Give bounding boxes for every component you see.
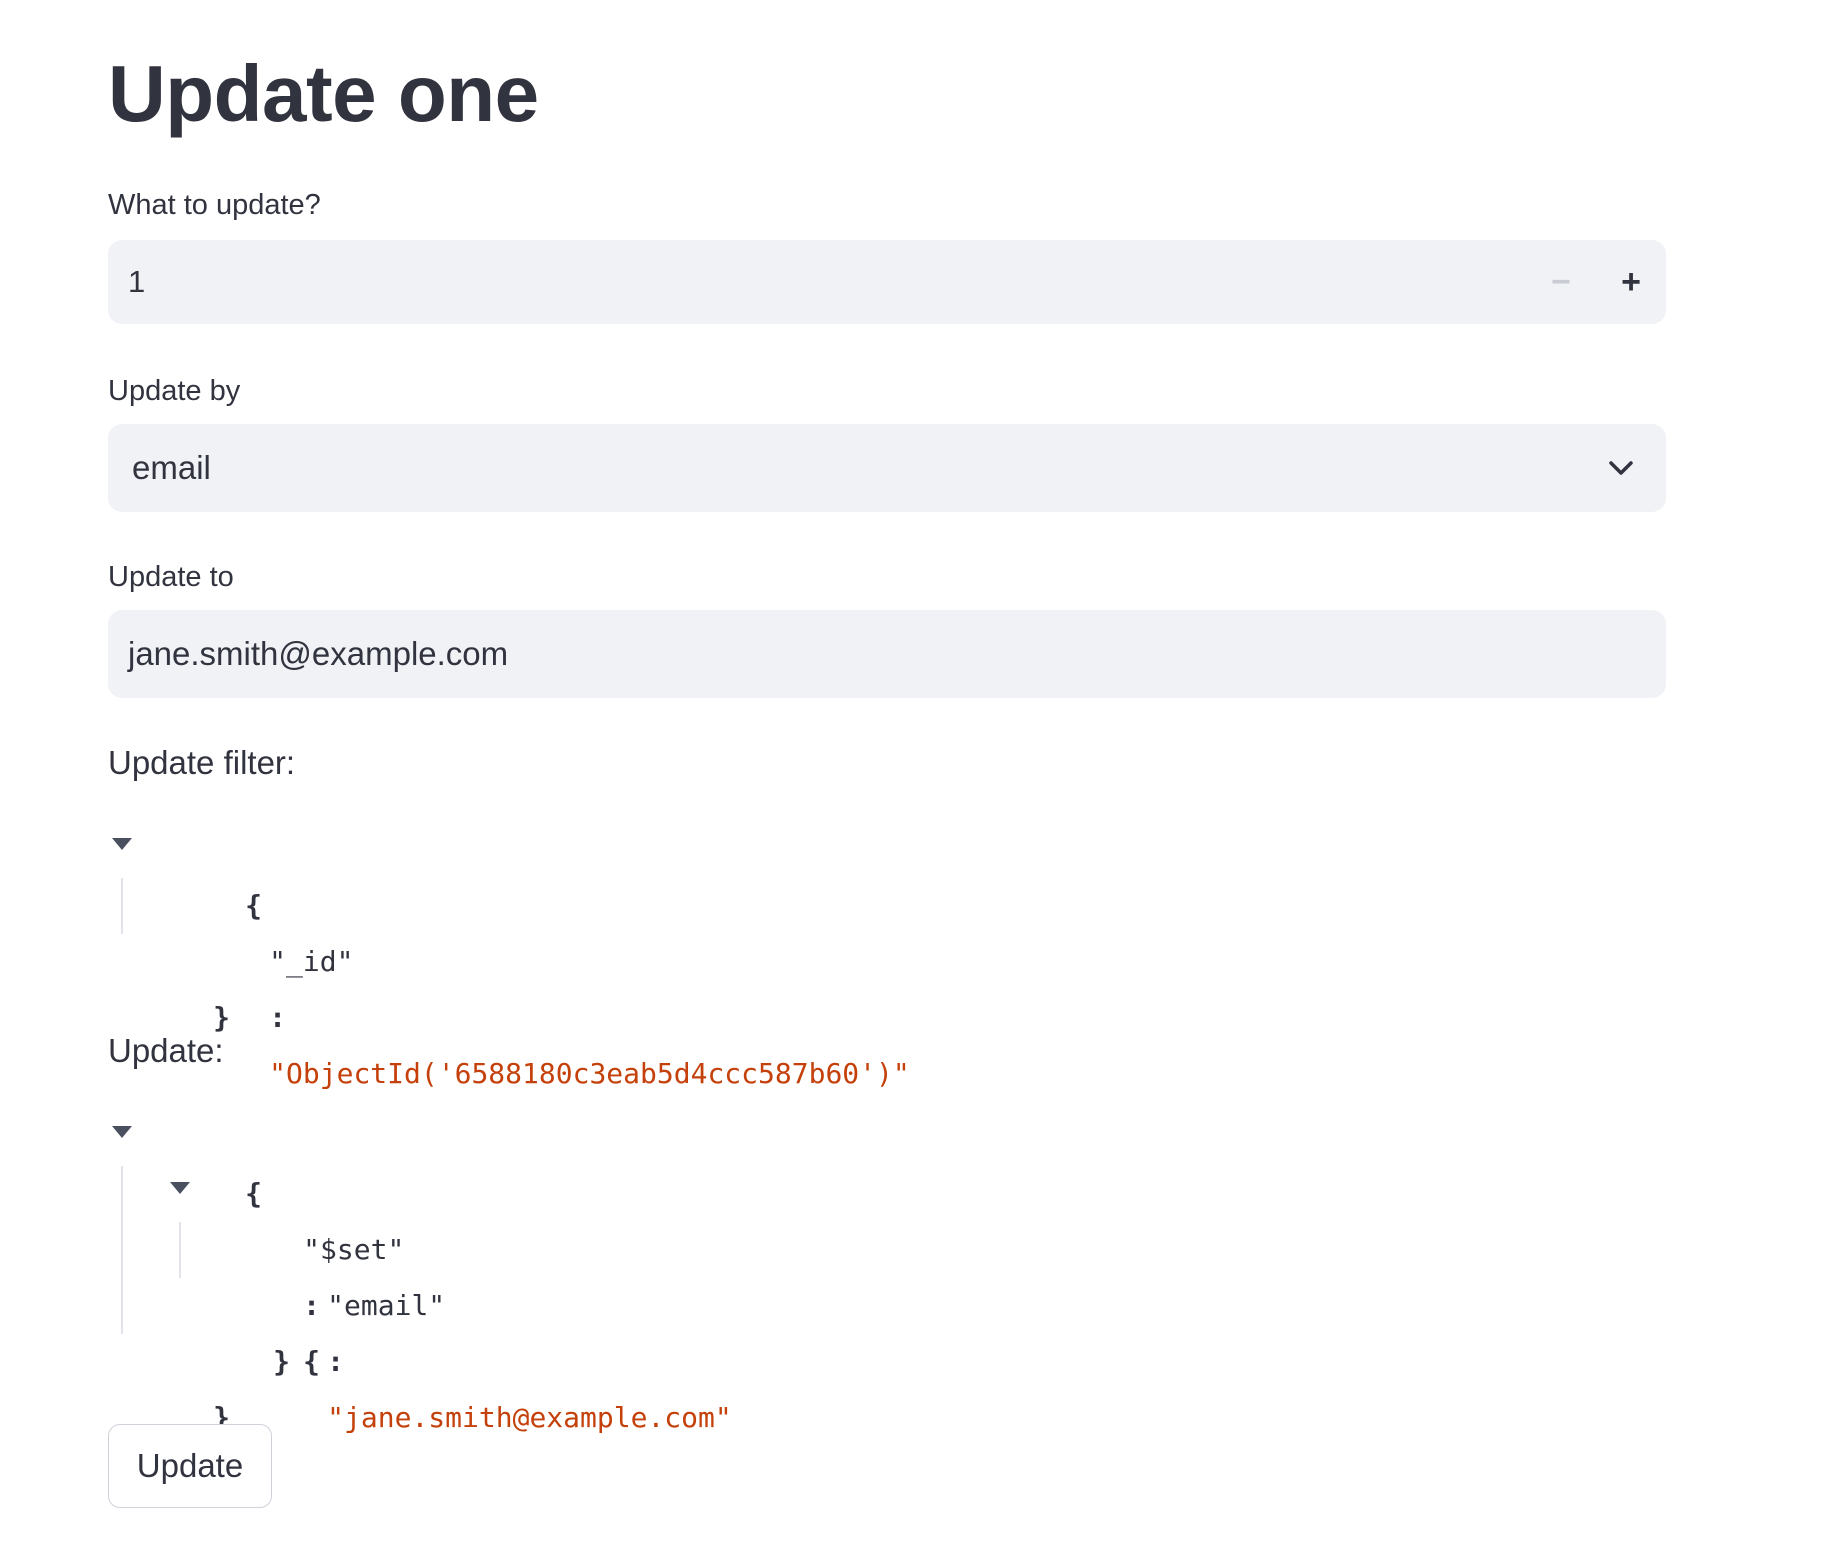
update-filter-label: Update filter:: [108, 744, 296, 781]
json-key-email: "email": [327, 1289, 446, 1322]
json-value-objectid: "ObjectId('6588180c3eab5d4ccc587b60')": [269, 1057, 910, 1090]
json-indent-guide: [121, 1166, 123, 1334]
what-to-update-value[interactable]: 1: [128, 264, 1526, 300]
decrement-button[interactable]: −: [1526, 240, 1596, 324]
json-colon: :: [269, 1001, 287, 1034]
update-section-label: Update:: [108, 1032, 224, 1069]
json-indent-guide: [179, 1222, 181, 1278]
json-indent-guide: [121, 878, 123, 934]
json-colon: :: [327, 1345, 345, 1378]
update-by-label: Update by: [108, 375, 241, 407]
collapse-caret-icon[interactable]: [170, 1182, 190, 1194]
json-value-email: "jane.smith@example.com": [327, 1401, 732, 1434]
update-to-value[interactable]: jane.smith@example.com: [128, 635, 508, 673]
json-key-id: "_id": [269, 945, 354, 978]
collapse-caret-icon[interactable]: [112, 838, 132, 850]
what-to-update-number-input[interactable]: 1 − +: [108, 240, 1666, 324]
update-to-label: Update to: [108, 561, 234, 593]
json-set-close-brace: }: [273, 1345, 291, 1378]
increment-button[interactable]: +: [1596, 240, 1666, 324]
page-title: Update one: [108, 49, 539, 138]
collapse-caret-icon[interactable]: [112, 1126, 132, 1138]
update-by-select[interactable]: email: [108, 424, 1666, 512]
update-by-selected-value[interactable]: email: [132, 449, 1606, 487]
chevron-down-icon[interactable]: [1606, 453, 1636, 483]
json-close-brace: }: [213, 1001, 231, 1034]
update-button[interactable]: Update: [108, 1424, 272, 1508]
what-to-update-label: What to update?: [108, 189, 321, 221]
update-to-input[interactable]: jane.smith@example.com: [108, 610, 1666, 698]
